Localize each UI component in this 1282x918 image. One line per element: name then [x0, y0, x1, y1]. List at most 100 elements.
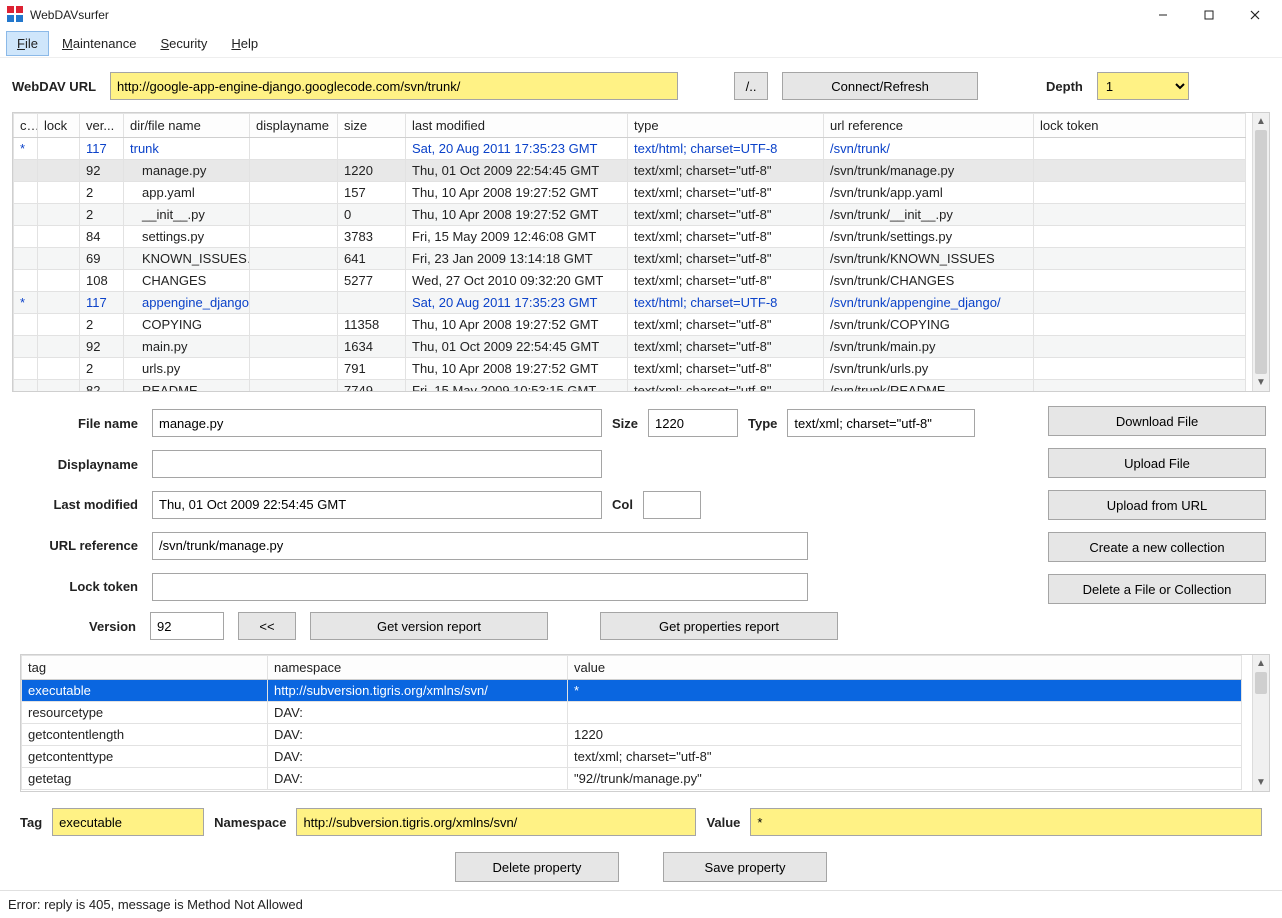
close-button[interactable] — [1232, 0, 1278, 30]
col-size[interactable]: size — [338, 114, 406, 138]
col-type[interactable]: type — [628, 114, 824, 138]
size-input[interactable] — [648, 409, 738, 437]
size-label: Size — [612, 416, 638, 431]
action-buttons: Download File Upload File Upload from UR… — [1016, 406, 1266, 604]
properties-scrollbar[interactable]: ▲ ▼ — [1252, 655, 1269, 791]
property-row[interactable]: getcontenttypeDAV:text/xml; charset="utf… — [22, 746, 1242, 768]
property-row[interactable]: getetagDAV:"92//trunk/manage.py" — [22, 768, 1242, 790]
propedit-tag-label: Tag — [20, 815, 42, 830]
pcol-tag[interactable]: tag — [22, 656, 268, 680]
version-back-button[interactable]: << — [238, 612, 296, 640]
propedit-tag-input[interactable] — [52, 808, 204, 836]
menu-file[interactable]: File — [6, 31, 49, 56]
titlebar: WebDAVsurfer — [0, 0, 1282, 30]
property-row[interactable]: resourcetypeDAV: — [22, 702, 1242, 724]
type-input[interactable] — [787, 409, 975, 437]
col-modified[interactable]: last modified — [406, 114, 628, 138]
properties-table: tag namespace value executablehttp://sub… — [20, 654, 1270, 792]
property-row[interactable]: getcontentlengthDAV:1220 — [22, 724, 1242, 746]
table-row[interactable]: 69KNOWN_ISSUES641Fri, 23 Jan 2009 13:14:… — [14, 248, 1246, 270]
statusbar: Error: reply is 405, message is Method N… — [0, 890, 1282, 918]
table-row[interactable]: *117appengine_djangoSat, 20 Aug 2011 17:… — [14, 292, 1246, 314]
type-label: Type — [748, 416, 777, 431]
window-title: WebDAVsurfer — [30, 8, 109, 22]
urlref-label: URL reference — [6, 538, 142, 553]
file-table: c.. lock ver... dir/file name displaynam… — [12, 112, 1270, 392]
properties-header: tag namespace value — [22, 656, 1242, 680]
property-row[interactable]: executablehttp://subversion.tigris.org/x… — [22, 680, 1242, 702]
col-label: Col — [612, 497, 633, 512]
col-cat[interactable]: c.. — [14, 114, 38, 138]
minimize-button[interactable] — [1140, 0, 1186, 30]
table-row[interactable]: 84settings.py3783Fri, 15 May 2009 12:46:… — [14, 226, 1246, 248]
propedit-value-input[interactable] — [750, 808, 1262, 836]
locktoken-label: Lock token — [6, 579, 142, 594]
file-table-header: c.. lock ver... dir/file name displaynam… — [14, 114, 1246, 138]
locktoken-input[interactable] — [152, 573, 808, 601]
table-row[interactable]: 2urls.py791Thu, 10 Apr 2008 19:27:52 GMT… — [14, 358, 1246, 380]
property-buttons: Delete property Save property — [0, 840, 1282, 890]
displayname-label: Displayname — [6, 457, 142, 472]
version-input[interactable] — [150, 612, 224, 640]
version-label: Version — [6, 619, 136, 634]
depth-label: Depth — [1046, 79, 1083, 94]
table-row[interactable]: 92manage.py1220Thu, 01 Oct 2009 22:54:45… — [14, 160, 1246, 182]
displayname-input[interactable] — [152, 450, 602, 478]
propedit-value-label: Value — [706, 815, 740, 830]
scroll-up-icon[interactable]: ▲ — [1253, 113, 1269, 130]
detail-panel: File name Size Type Download File Upload… — [0, 392, 1282, 608]
maximize-button[interactable] — [1186, 0, 1232, 30]
filename-input[interactable] — [152, 409, 602, 437]
propedit-ns-input[interactable] — [296, 808, 696, 836]
property-edit-row: Tag Namespace Value — [0, 792, 1282, 840]
upload-from-url-button[interactable]: Upload from URL — [1048, 490, 1266, 520]
download-file-button[interactable]: Download File — [1048, 406, 1266, 436]
menu-help[interactable]: Help — [220, 31, 269, 56]
table-row[interactable]: 2__init__.py0Thu, 10 Apr 2008 19:27:52 G… — [14, 204, 1246, 226]
scroll-thumb[interactable] — [1255, 130, 1267, 374]
pcol-namespace[interactable]: namespace — [268, 656, 568, 680]
col-input[interactable] — [643, 491, 701, 519]
propedit-ns-label: Namespace — [214, 815, 286, 830]
menu-security[interactable]: Security — [149, 31, 218, 56]
table-row[interactable]: 2app.yaml157Thu, 10 Apr 2008 19:27:52 GM… — [14, 182, 1246, 204]
scroll-thumb[interactable] — [1255, 672, 1267, 694]
filename-label: File name — [6, 416, 142, 431]
get-properties-report-button[interactable]: Get properties report — [600, 612, 838, 640]
menubar: File Maintenance Security Help — [0, 30, 1282, 58]
upload-file-button[interactable]: Upload File — [1048, 448, 1266, 478]
connect-refresh-button[interactable]: Connect/Refresh — [782, 72, 978, 100]
version-row: Version << Get version report Get proper… — [0, 608, 1282, 644]
table-row[interactable]: 108CHANGES5277Wed, 27 Oct 2010 09:32:20 … — [14, 270, 1246, 292]
modified-input[interactable] — [152, 491, 602, 519]
col-lock[interactable]: lock — [38, 114, 80, 138]
scroll-up-icon[interactable]: ▲ — [1253, 655, 1269, 672]
get-version-report-button[interactable]: Get version report — [310, 612, 548, 640]
menu-maintenance[interactable]: Maintenance — [51, 31, 147, 56]
table-row[interactable]: 92main.py1634Thu, 01 Oct 2009 22:54:45 G… — [14, 336, 1246, 358]
url-toolbar: WebDAV URL /.. Connect/Refresh Depth 1 — [0, 58, 1282, 106]
scroll-down-icon[interactable]: ▼ — [1253, 774, 1269, 791]
scroll-down-icon[interactable]: ▼ — [1253, 374, 1269, 391]
delete-file-button[interactable]: Delete a File or Collection — [1048, 574, 1266, 604]
modified-label: Last modified — [6, 497, 142, 512]
table-row[interactable]: 82README7749Fri, 15 May 2009 10:53:15 GM… — [14, 380, 1246, 393]
delete-property-button[interactable]: Delete property — [455, 852, 619, 882]
depth-select[interactable]: 1 — [1097, 72, 1189, 100]
col-displayname[interactable]: displayname — [250, 114, 338, 138]
file-table-scrollbar[interactable]: ▲ ▼ — [1252, 113, 1269, 391]
table-row[interactable]: *117trunkSat, 20 Aug 2011 17:35:23 GMTte… — [14, 138, 1246, 160]
parent-dir-button[interactable]: /.. — [734, 72, 768, 100]
urlref-input[interactable] — [152, 532, 808, 560]
url-label: WebDAV URL — [12, 79, 96, 94]
col-url[interactable]: url reference — [824, 114, 1034, 138]
url-input[interactable] — [110, 72, 678, 100]
col-name[interactable]: dir/file name — [124, 114, 250, 138]
app-icon — [6, 5, 24, 26]
create-collection-button[interactable]: Create a new collection — [1048, 532, 1266, 562]
col-token[interactable]: lock token — [1034, 114, 1246, 138]
col-version[interactable]: ver... — [80, 114, 124, 138]
table-row[interactable]: 2COPYING11358Thu, 10 Apr 2008 19:27:52 G… — [14, 314, 1246, 336]
pcol-value[interactable]: value — [568, 656, 1242, 680]
save-property-button[interactable]: Save property — [663, 852, 827, 882]
